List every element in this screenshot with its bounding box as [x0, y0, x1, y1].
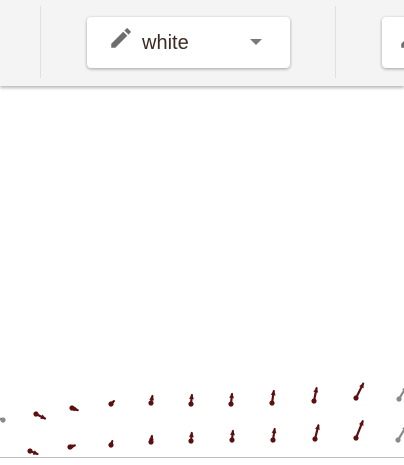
vector-arrow: [27, 448, 39, 456]
vector-arrow: [353, 419, 364, 441]
vector-arrow: [353, 382, 365, 401]
toolbar: white: [0, 0, 404, 86]
vector-arrow: [269, 389, 276, 406]
toolbar-divider: [40, 6, 41, 78]
vector-arrow: [108, 400, 115, 407]
vector-arrow: [228, 392, 234, 407]
canvas-bottom-edge: [0, 457, 404, 458]
vector-arrow: [108, 439, 114, 448]
vector-arrow: [312, 423, 320, 442]
color-select-value: white: [142, 32, 189, 54]
vector-arrow: [0, 417, 6, 423]
vector-arrow: [33, 411, 47, 420]
vector-arrow: [148, 394, 154, 406]
vector-arrow: [188, 431, 194, 444]
vector-arrow: [69, 405, 80, 412]
vector-arrow: [229, 429, 235, 443]
vector-arrow: [188, 393, 194, 407]
vector-field: [0, 382, 404, 456]
vector-arrow: [396, 387, 404, 402]
vector-arrow: [148, 434, 154, 445]
vector-arrow: [395, 427, 404, 443]
chevron-down-icon: [250, 39, 262, 45]
pencil-icon: [111, 28, 131, 48]
pencil-icon: [401, 40, 404, 48]
toolbar-divider: [335, 6, 336, 78]
vector-arrow: [67, 444, 77, 450]
vector-arrow: [270, 427, 277, 443]
vector-arrow: [311, 386, 319, 404]
vector-field-canvas[interactable]: [0, 86, 404, 460]
